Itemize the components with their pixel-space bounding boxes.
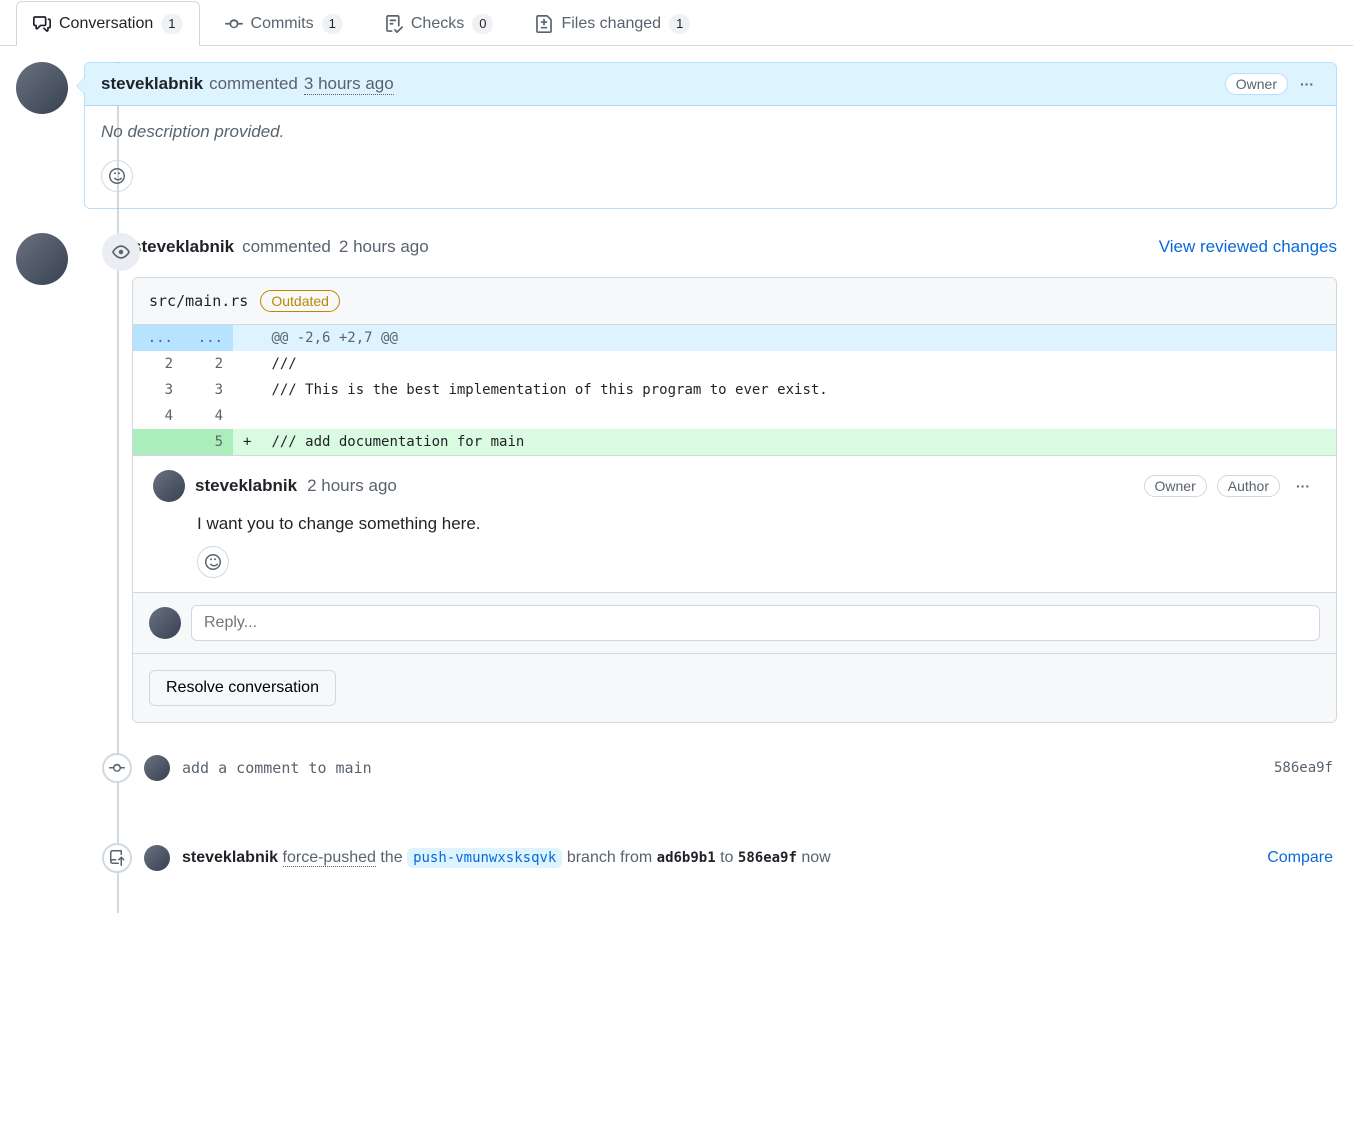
owner-badge: Owner: [1144, 475, 1207, 497]
review-verb: commented: [242, 237, 331, 257]
line-old-num: 4: [133, 403, 183, 429]
line-new-num: 2: [183, 351, 233, 377]
push-branch-name[interactable]: push-vmunwxsksqvk: [407, 848, 562, 868]
line-new-num: 4: [183, 403, 233, 429]
git-commit-icon: [109, 760, 125, 776]
line-new-num: 5: [183, 429, 233, 455]
avatar[interactable]: [144, 845, 170, 871]
tab-files-changed[interactable]: Files changed 1: [518, 1, 707, 46]
avatar[interactable]: [149, 607, 181, 639]
file-path[interactable]: src/main.rs: [149, 292, 248, 310]
tab-files-count: 1: [669, 14, 690, 34]
tab-checks[interactable]: Checks 0: [368, 1, 511, 46]
review-timestamp: 2 hours ago: [339, 237, 429, 257]
comment-author[interactable]: steveklabnik: [101, 74, 203, 94]
repo-push-icon: [109, 850, 125, 866]
reply-input[interactable]: [191, 605, 1320, 641]
tab-conversation[interactable]: Conversation 1: [16, 1, 200, 46]
push-action: force-pushed: [283, 849, 376, 867]
inline-comment-body: I want you to change something here.: [197, 514, 1316, 534]
kebab-icon[interactable]: ···: [1294, 74, 1320, 94]
line-new-num: 3: [183, 377, 233, 403]
line-old-num: 2: [133, 351, 183, 377]
file-diff-icon: [535, 15, 553, 33]
tab-conversation-label: Conversation: [59, 15, 153, 33]
view-reviewed-changes-link[interactable]: View reviewed changes: [1159, 237, 1337, 257]
diff-line: /// add documentation for main: [261, 429, 1336, 455]
comment-body-text: No description provided.: [101, 122, 284, 141]
comment-verb: commented: [209, 74, 298, 94]
tab-commits-label: Commits: [251, 15, 314, 33]
commit-event-badge: [102, 753, 132, 783]
diff-table: ... ... @@ -2,6 +2,7 @@ 2 2 /// 3: [133, 325, 1336, 455]
review-event-badge: [102, 233, 140, 271]
diff-line: /// This is the best implementation of t…: [261, 377, 1336, 403]
hunk-header: @@ -2,6 +2,7 @@: [261, 325, 1336, 351]
tab-checks-count: 0: [472, 14, 493, 34]
outdated-badge: Outdated: [260, 290, 340, 312]
line-old-num: [133, 429, 183, 455]
hunk-old-dots: ...: [133, 325, 183, 351]
commit-sha[interactable]: 586ea9f: [1274, 760, 1337, 776]
tab-conversation-count: 1: [161, 14, 182, 34]
avatar[interactable]: [16, 62, 68, 114]
pr-tabs: Conversation 1 Commits 1 Checks 0 Files …: [0, 0, 1353, 46]
smiley-icon: [205, 554, 221, 570]
comment-timestamp[interactable]: 3 hours ago: [304, 74, 394, 95]
review-file-card: src/main.rs Outdated ... ... @@ -2,6 +2,…: [132, 277, 1337, 723]
push-event-text: steveklabnik force-pushed the push-vmunw…: [182, 849, 831, 867]
push-to-sha[interactable]: 586ea9f: [738, 850, 797, 866]
diff-line: ///: [261, 351, 1336, 377]
eye-icon: [112, 243, 130, 261]
commit-message[interactable]: add a comment to main: [182, 759, 372, 777]
inline-comment-author[interactable]: steveklabnik: [195, 476, 297, 496]
add-reaction-button[interactable]: [197, 546, 229, 578]
push-author[interactable]: steveklabnik: [182, 849, 278, 866]
push-event-badge: [102, 843, 132, 873]
tab-commits-count: 1: [322, 14, 343, 34]
avatar[interactable]: [16, 233, 68, 285]
inline-review-comment: steveklabnik 2 hours ago Owner Author ··…: [133, 455, 1336, 592]
tab-files-label: Files changed: [561, 15, 661, 33]
resolve-conversation-button[interactable]: Resolve conversation: [149, 670, 336, 706]
compare-link[interactable]: Compare: [1267, 849, 1337, 867]
hunk-new-dots: ...: [183, 325, 233, 351]
tab-checks-label: Checks: [411, 15, 464, 33]
tab-commits[interactable]: Commits 1: [208, 1, 360, 46]
review-author[interactable]: steveklabnik: [132, 237, 234, 257]
avatar[interactable]: [153, 470, 185, 502]
git-commit-icon: [225, 15, 243, 33]
avatar[interactable]: [144, 755, 170, 781]
line-old-num: 3: [133, 377, 183, 403]
kebab-icon[interactable]: ···: [1290, 476, 1316, 496]
inline-comment-timestamp: 2 hours ago: [307, 476, 397, 496]
comment-discussion-icon: [33, 15, 51, 33]
owner-badge: Owner: [1225, 73, 1288, 95]
diff-line: [261, 403, 1336, 429]
smiley-icon: [109, 168, 125, 184]
add-reaction-button[interactable]: [101, 160, 133, 192]
push-from-sha[interactable]: ad6b9b1: [657, 850, 716, 866]
checklist-icon: [385, 15, 403, 33]
author-badge: Author: [1217, 475, 1280, 497]
pr-description-comment: steveklabnik commented 3 hours ago Owner…: [84, 62, 1337, 209]
